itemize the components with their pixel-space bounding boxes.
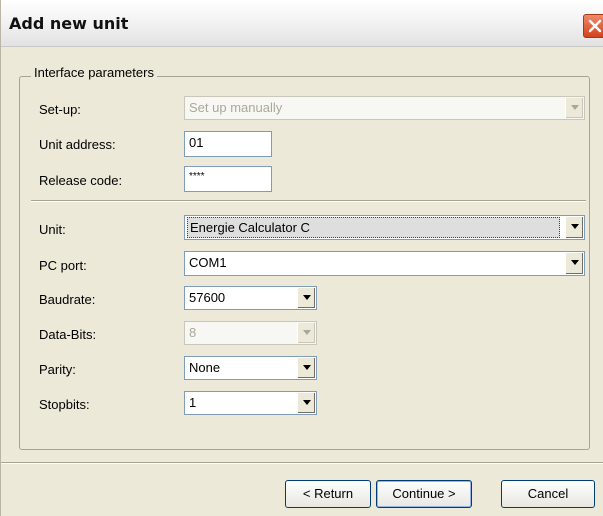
close-icon	[588, 19, 602, 33]
title-bar[interactable]: Add new unit	[1, 0, 603, 47]
data-bits-dropdown-button[interactable]	[297, 323, 315, 343]
window-title: Add new unit	[9, 14, 129, 33]
setup-label: Set-up:	[39, 102, 81, 117]
release-code-input[interactable]: ****	[184, 166, 272, 192]
chevron-down-icon	[571, 260, 579, 265]
pc-port-value: COM1	[189, 255, 227, 270]
baudrate-dropdown-button[interactable]	[297, 288, 315, 308]
baudrate-value: 57600	[189, 290, 226, 305]
chevron-down-icon	[303, 400, 311, 405]
baudrate-label: Baudrate:	[39, 292, 96, 307]
release-code-label: Release code:	[39, 173, 123, 188]
data-bits-select[interactable]: 8	[184, 321, 317, 345]
parity-label: Parity:	[39, 362, 76, 377]
chevron-down-icon	[571, 224, 579, 229]
stopbits-select[interactable]: 1	[184, 391, 317, 415]
add-unit-dialog: Add new unit Interface parameters Set-up…	[0, 0, 603, 516]
group-label: Interface parameters	[31, 65, 157, 80]
cancel-button[interactable]: Cancel	[501, 480, 595, 508]
setup-select[interactable]: Set up manually	[184, 96, 585, 120]
setup-dropdown-button[interactable]	[565, 98, 583, 118]
unit-value: Energie Calculator C	[187, 217, 560, 238]
chevron-down-icon	[303, 330, 311, 335]
stopbits-value: 1	[189, 395, 197, 410]
group-separator	[31, 200, 586, 202]
data-bits-label: Data-Bits:	[39, 327, 97, 342]
button-bar-separator	[1, 462, 603, 464]
continue-button[interactable]: Continue >	[376, 480, 472, 508]
parity-select[interactable]: None	[184, 356, 317, 380]
parity-value: None	[189, 360, 221, 375]
return-button[interactable]: < Return	[285, 480, 371, 508]
parity-dropdown-button[interactable]	[297, 358, 315, 378]
unit-dropdown-button[interactable]	[565, 217, 583, 238]
unit-address-label: Unit address:	[39, 137, 116, 152]
chevron-down-icon	[571, 105, 579, 110]
close-button[interactable]	[583, 14, 603, 38]
baudrate-select[interactable]: 57600	[184, 286, 317, 310]
unit-label: Unit:	[39, 222, 66, 237]
setup-value: Set up manually	[189, 100, 283, 115]
pc-port-select[interactable]: COM1	[184, 251, 585, 276]
chevron-down-icon	[303, 365, 311, 370]
data-bits-value: 8	[189, 325, 197, 340]
pc-port-dropdown-button[interactable]	[565, 253, 583, 274]
stopbits-label: Stopbits:	[39, 397, 90, 412]
unit-select[interactable]: Energie Calculator C	[184, 215, 585, 240]
unit-address-input[interactable]: 01	[184, 131, 272, 157]
chevron-down-icon	[303, 295, 311, 300]
stopbits-dropdown-button[interactable]	[297, 393, 315, 413]
pc-port-label: PC port:	[39, 258, 87, 273]
